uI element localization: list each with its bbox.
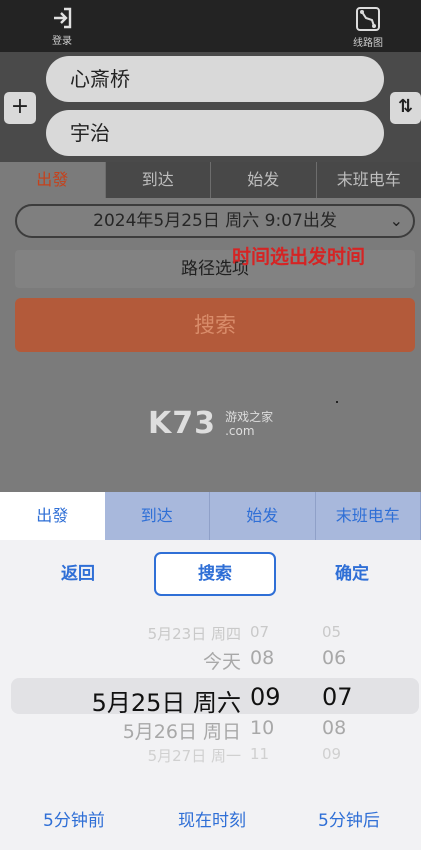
- confirm-button[interactable]: 确定: [312, 552, 392, 596]
- login-button[interactable]: 登录: [32, 6, 92, 50]
- picker-minute: 09: [322, 745, 342, 763]
- sheet-search-button[interactable]: 搜索: [154, 552, 276, 596]
- departure-station-field[interactable]: 心斎桥: [46, 56, 384, 102]
- route-map-label: 线路图: [353, 38, 383, 49]
- annotation-note: 时间选出发时间: [232, 246, 366, 268]
- sheet-tab-arrival[interactable]: 到达: [105, 492, 210, 540]
- picker-minute: 06: [322, 647, 347, 669]
- station-panel: + 心斎桥 宇治 ⇅: [0, 52, 421, 162]
- picker-date: 今天: [202, 651, 241, 673]
- picker-row[interactable]: 5月27日 周一 11 09: [0, 745, 421, 765]
- watermark-brand: K73: [148, 406, 216, 441]
- picker-hour: 09: [250, 683, 281, 711]
- top-bar: 登录 线路图: [0, 0, 421, 52]
- picker-minute: 08: [322, 717, 347, 739]
- picker-hour: 08: [250, 647, 275, 669]
- search-mode-tabs: 出發 到达 始发 末班电车: [0, 162, 421, 198]
- route-map-button[interactable]: 线路图: [338, 6, 398, 50]
- picker-minute: 07: [322, 683, 353, 711]
- minus-5-minutes-button[interactable]: 5分钟前: [43, 806, 105, 831]
- picker-hour: 10: [250, 717, 275, 739]
- watermark-logo: K73 游戏之家 .com: [148, 406, 273, 441]
- sheet-tab-first-train[interactable]: 始发: [210, 492, 316, 540]
- plus-5-minutes-button[interactable]: 5分钟后: [318, 806, 380, 831]
- sheet-tab-departure[interactable]: 出發: [0, 492, 105, 540]
- sheet-tab-last-train[interactable]: 末班电车: [316, 492, 421, 540]
- route-map-icon: [356, 7, 380, 31]
- app-screen: 登录 线路图 + 心斎桥 宇治 ⇅ 出發 到达 始发 末班电车 2024年5月2…: [0, 0, 421, 850]
- search-button[interactable]: 搜索: [15, 298, 415, 352]
- login-label: 登录: [52, 36, 72, 47]
- stray-dot: [336, 401, 338, 403]
- picker-date: 5月25日 周六: [91, 689, 241, 717]
- chevron-down-icon: ⌄: [389, 211, 403, 230]
- watermark-domain: .com: [225, 423, 255, 438]
- swap-stations-button[interactable]: ⇅: [390, 92, 421, 124]
- current-time-button[interactable]: 现在时刻: [178, 806, 246, 831]
- search-form: 2024年5月25日 周六 9:07出发 ⌄ 路径选项 时间选出发时间 搜索 K…: [0, 198, 421, 492]
- picker-date: 5月23日 周四: [147, 625, 241, 643]
- picker-row[interactable]: 今天 08 06: [0, 647, 421, 677]
- datetime-selector[interactable]: 2024年5月25日 周六 9:07出发 ⌄: [15, 204, 415, 238]
- watermark-site: 游戏之家: [225, 409, 274, 424]
- time-picker-sheet: 出發 到达 始发 末班电车 返回 搜索 确定 5月23日 周四 07 05 今天…: [0, 492, 421, 850]
- tab-arrival[interactable]: 到达: [106, 162, 211, 198]
- picker-minute: 05: [322, 623, 342, 641]
- arrival-station-field[interactable]: 宇治: [46, 110, 384, 156]
- back-button[interactable]: 返回: [38, 552, 118, 596]
- add-via-button[interactable]: +: [4, 92, 36, 124]
- login-icon: [54, 7, 72, 29]
- picker-date: 5月26日 周日: [122, 721, 241, 743]
- picker-row-selected[interactable]: 5月25日 周六 09 07: [0, 683, 421, 717]
- picker-hour: 11: [250, 745, 270, 763]
- datetime-picker-wheel[interactable]: 5月23日 周四 07 05 今天 08 06 5月25日 周六 09 07 5…: [0, 617, 421, 767]
- tab-first-train[interactable]: 始发: [211, 162, 317, 198]
- picker-hour: 07: [250, 623, 270, 641]
- sheet-mode-tabs: 出發 到达 始发 末班电车: [0, 492, 421, 540]
- sheet-actions: 返回 搜索 确定: [0, 552, 421, 598]
- datetime-value: 2024年5月25日 周六 9:07出发: [93, 211, 337, 231]
- picker-row[interactable]: 5月26日 周日 10 08: [0, 717, 421, 747]
- tab-departure[interactable]: 出發: [0, 162, 106, 198]
- picker-date: 5月27日 周一: [147, 747, 241, 765]
- tab-last-train[interactable]: 末班电车: [317, 162, 421, 198]
